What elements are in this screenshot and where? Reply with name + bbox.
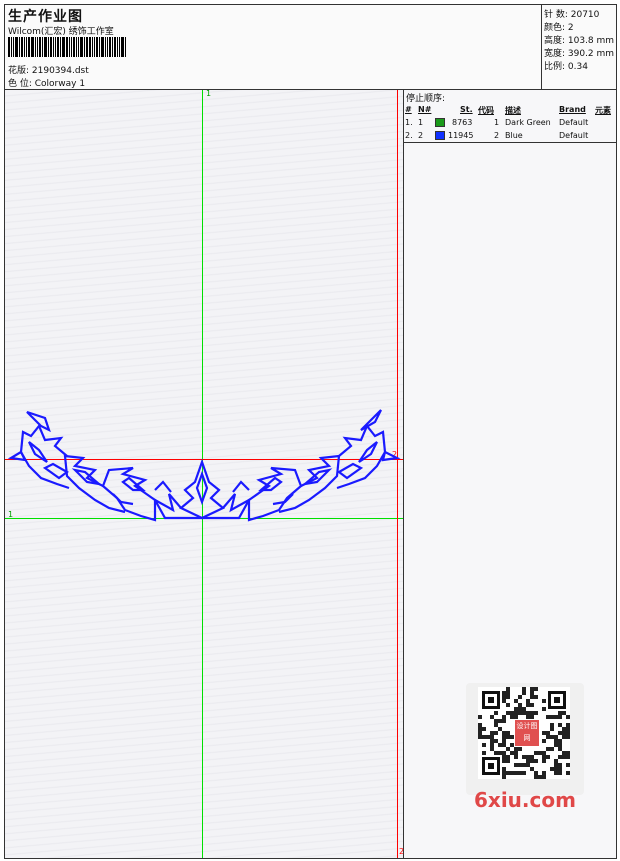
qr-module [542, 759, 546, 763]
row-brand: Default [559, 118, 589, 127]
qr-module [522, 691, 526, 695]
qr-module [482, 751, 486, 755]
qr-module [502, 775, 506, 779]
color-swatch [435, 131, 445, 140]
embroidery-design [7, 409, 401, 522]
barcode [8, 37, 143, 57]
qr-module [550, 747, 554, 751]
col-code: 代码 [478, 106, 494, 115]
qr-module [542, 739, 546, 743]
qr-module [494, 731, 498, 735]
qr-module [506, 759, 510, 763]
row-description: Blue [505, 131, 523, 140]
qr-module [522, 771, 526, 775]
worksheet-header: 生产作业图 Wilcom(汇宏) 绣饰工作室 花版: 2190394.dst 色… [5, 5, 616, 90]
qr-module [514, 715, 518, 719]
qr-module [534, 759, 538, 763]
qr-module [542, 775, 546, 779]
design-width: 宽度: 390.2 mm [544, 49, 615, 59]
qr-module [506, 703, 510, 707]
color-swatch [435, 118, 445, 127]
qr-module [542, 707, 546, 711]
colorway-label: 色 位: Colorway 1 [8, 79, 86, 89]
col-stitches: St. [460, 105, 473, 114]
row-index: 1. [405, 118, 413, 127]
qr-module [518, 747, 522, 751]
qr-module [530, 703, 534, 707]
qr-code: 设计图网 [478, 687, 570, 779]
row-stitches: 8763 [452, 118, 473, 127]
qr-module [550, 727, 554, 731]
qr-module [534, 695, 538, 699]
qr-module [558, 771, 562, 775]
col-needle: N# [418, 105, 432, 114]
qr-module [494, 711, 498, 715]
qr-finder-top-right [548, 691, 566, 709]
qr-module [558, 715, 562, 719]
design-file-label: 花版: 2190394.dst [8, 66, 89, 76]
qr-module [566, 755, 570, 759]
qr-module [506, 695, 510, 699]
design-stats: 针 数: 20710 颜色: 2 高度: 103.8 mm 宽度: 390.2 … [542, 5, 616, 89]
header-info: 生产作业图 Wilcom(汇宏) 绣饰工作室 花版: 2190394.dst 色… [5, 5, 542, 89]
row-needle: 2 [418, 131, 424, 140]
row-index: 2. [405, 131, 413, 140]
studio-name: Wilcom(汇宏) 绣饰工作室 [8, 27, 114, 37]
seal-logo: 设计图网 [514, 719, 540, 747]
qr-module [478, 715, 482, 719]
row-stitches: 11945 [448, 131, 474, 140]
design-height: 高度: 103.8 mm [544, 36, 615, 46]
qr-module [546, 755, 550, 759]
col-index: # [405, 105, 412, 114]
qr-module [518, 695, 522, 699]
qr-module [534, 711, 538, 715]
row-code: 1 [494, 118, 500, 127]
stitch-count: 针 数: 20710 [544, 10, 600, 20]
row-needle: 1 [418, 118, 424, 127]
page-title: 生产作业图 [8, 9, 83, 25]
qr-module [510, 735, 514, 739]
color-count: 颜色: 2 [544, 23, 574, 33]
row-code: 2 [494, 131, 500, 140]
qr-module [566, 763, 570, 767]
stop-sequence-title: 停止顺序: [406, 94, 446, 104]
row-description: Dark Green [505, 118, 551, 127]
qr-module [566, 715, 570, 719]
qr-module [566, 735, 570, 739]
qr-module [566, 771, 570, 775]
stop-sequence-table: 停止顺序: # N# St. 代码 描述 Brand 元素 1. 1 8763 … [404, 90, 616, 143]
col-brand: Brand [559, 105, 586, 114]
qr-module [530, 715, 534, 719]
col-element: 元素 [595, 106, 611, 115]
qr-finder-bottom-left [482, 757, 500, 775]
design-canvas: 1 1 2 2 [5, 89, 404, 858]
qr-module [482, 743, 486, 747]
row-brand: Default [559, 131, 589, 140]
qr-module [502, 719, 506, 723]
qr-module [542, 699, 546, 703]
qr-finder-top-left [482, 691, 500, 709]
scale-ratio: 比例: 0.34 [544, 62, 588, 72]
qr-module [514, 755, 518, 759]
site-watermark: 6xiu.com [474, 788, 576, 812]
qr-code-watermark: 设计图网 [466, 683, 584, 795]
qr-module [482, 727, 486, 731]
col-description: 描述 [505, 106, 521, 115]
qr-module [534, 687, 538, 691]
